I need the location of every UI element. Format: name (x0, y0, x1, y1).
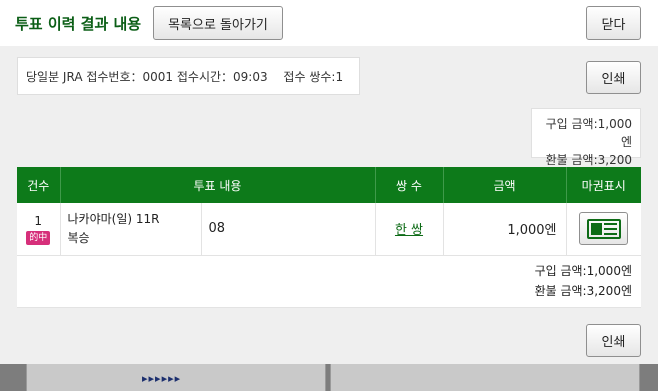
table-row: 1 的中 나카야마(일) 11R 복승 08 한 쌍 1,000엔 (17, 203, 641, 256)
header-pairs: 쌍 수 (375, 167, 444, 203)
race-name: 나카야마(일) 11R (67, 211, 160, 226)
ticket-icon (586, 218, 621, 239)
receipt-info: 당일분 JRA 접수번호：0001 접수시간：09:03 접수 쌍수:1 (17, 57, 360, 95)
race-cell: 나카야마(일) 11R 복승 (60, 203, 202, 256)
close-button[interactable]: 닫다 (586, 6, 641, 40)
header-ticket-display: 마권표시 (566, 167, 641, 203)
summary-box-top: 구입 금액:1,000엔 환불 금액:3,200엔 (531, 108, 641, 185)
modal-title: 투표 이력 결과 내용 (15, 14, 142, 33)
purchase-amount: 구입 금액:1,000엔 (545, 117, 632, 149)
print-button-top[interactable]: 인쇄 (586, 61, 641, 94)
amount-cell: 1,000엔 (443, 203, 567, 256)
header-content: 투표 내용 (60, 167, 376, 203)
back-to-list-button[interactable]: 목록으로 돌아가기 (153, 6, 283, 40)
ticket-display-button[interactable] (579, 212, 629, 246)
selection-cell: 08 (201, 203, 376, 256)
vote-results-table: 건수 투표 내용 쌍 수 금액 마권표시 1 的中 나카야마(일) 11R 복승… (17, 167, 641, 308)
background-logo: ▸▸▸▸▸▸ (142, 372, 182, 385)
refund-amount-bottom: 환불 금액:3,200엔 (534, 284, 632, 298)
header-count: 건수 (17, 167, 61, 203)
print-button-bottom[interactable]: 인쇄 (586, 324, 641, 357)
row-number: 1 (34, 213, 43, 228)
row-number-cell: 1 的中 (17, 203, 61, 256)
purchase-amount-bottom: 구입 금액:1,000엔 (534, 264, 632, 278)
vote-history-modal: 투표 이력 결과 내용 목록으로 돌아가기 닫다 당일분 JRA 접수번호：00… (0, 0, 658, 364)
modal-header: 투표 이력 결과 내용 목록으로 돌아가기 닫다 (0, 0, 658, 46)
summary-row: 구입 금액:1,000엔 환불 금액:3,200엔 (17, 255, 641, 308)
summary-cell: 구입 금액:1,000엔 환불 금액:3,200엔 (17, 255, 641, 308)
pairs-cell: 한 쌍 (375, 203, 444, 256)
bet-type: 복승 (67, 230, 90, 245)
background-card (330, 362, 640, 391)
pairs-link[interactable]: 한 쌍 (395, 223, 423, 238)
table-header-row: 건수 투표 내용 쌍 수 금액 마권표시 (17, 167, 641, 203)
ticket-cell (566, 203, 641, 256)
header-amount: 금액 (443, 167, 567, 203)
hit-badge: 的中 (26, 230, 51, 245)
